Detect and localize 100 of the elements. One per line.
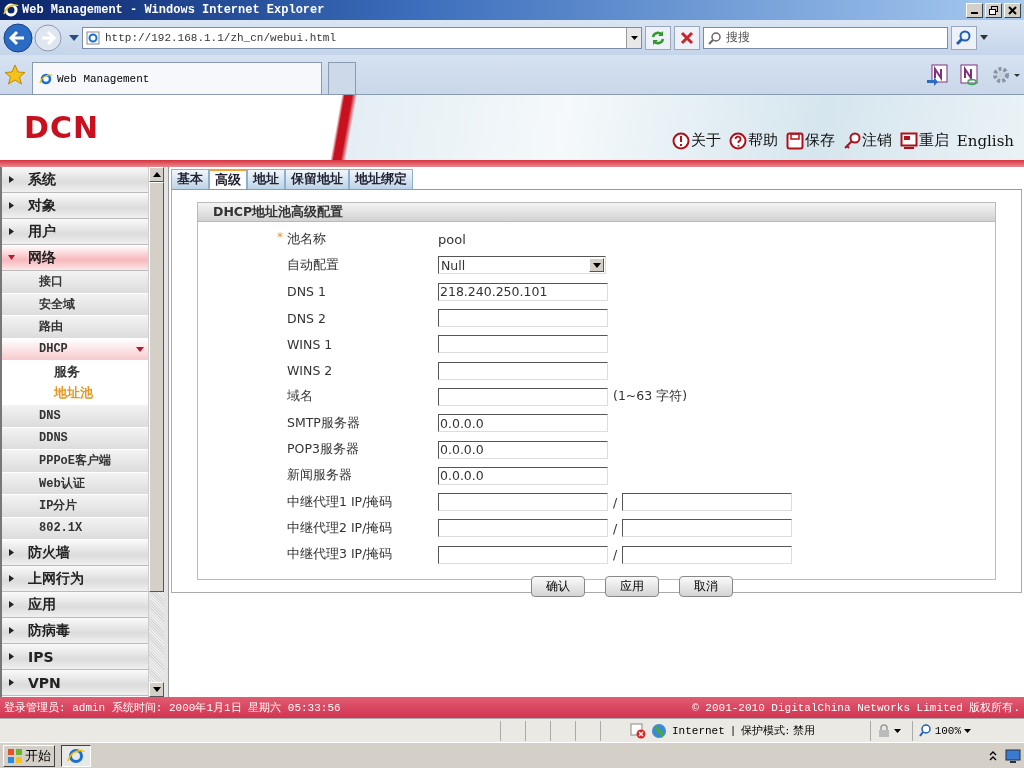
form-button[interactable]: 确认: [530, 575, 585, 597]
field-label: 自动配置: [287, 256, 339, 274]
submenu-item[interactable]: 安全域: [2, 293, 149, 316]
field-label: 新闻服务器: [287, 467, 352, 485]
restore-button[interactable]: [985, 2, 1002, 18]
menu-item[interactable]: 上网行为: [2, 566, 149, 592]
submenu-item[interactable]: 路由: [2, 316, 149, 339]
language-link[interactable]: English: [956, 131, 1014, 150]
submenu-item[interactable]: Web认证: [2, 472, 149, 495]
dropdown-arrow-icon[interactable]: [980, 35, 988, 40]
header-link[interactable]: 关于: [671, 131, 721, 150]
scrollbar-thumb[interactable]: [149, 182, 165, 592]
search-icon: [956, 29, 972, 46]
input-field[interactable]: 0.0.0.0: [438, 440, 608, 459]
menu-item[interactable]: 防火墙: [2, 540, 149, 566]
menu-item[interactable]: 系统: [2, 167, 149, 193]
separator-text: /: [611, 520, 619, 536]
search-button[interactable]: [951, 25, 977, 50]
minimize-button[interactable]: [966, 2, 983, 18]
input-field[interactable]: [438, 335, 608, 354]
favorites-star-icon[interactable]: [4, 63, 26, 86]
url-text: http://192.168.1.1/zh_cn/webui.html: [105, 31, 338, 44]
blocked-icon: [630, 722, 646, 739]
input-field[interactable]: 218.240.250.101: [438, 282, 608, 301]
field-label: WINS 1: [287, 336, 333, 352]
field-value: pool: [438, 231, 466, 247]
browser-tab[interactable]: Web Management: [32, 62, 322, 94]
close-icon: [1008, 5, 1017, 15]
ip-input-field[interactable]: [438, 493, 608, 512]
field-label: 中继代理3 IP/掩码: [287, 546, 393, 564]
mask-input-field[interactable]: [622, 545, 792, 564]
header-link[interactable]: 保存: [785, 131, 835, 150]
field-label: POP3服务器: [287, 441, 359, 458]
header-link[interactable]: 帮助: [728, 131, 778, 150]
tab[interactable]: 保留地址: [285, 169, 349, 189]
tab[interactable]: 地址绑定: [349, 169, 413, 189]
field-hint: (1~63 字符): [613, 388, 688, 406]
menu-item[interactable]: 防病毒: [2, 618, 149, 644]
dropdown-arrow-icon[interactable]: [69, 34, 79, 41]
caret-up-icon: [152, 172, 161, 177]
form-button[interactable]: 应用: [604, 575, 659, 597]
close-icon: [680, 30, 694, 45]
caret-right-icon: [8, 549, 15, 556]
submenu-item[interactable]: DNS: [2, 405, 149, 428]
caret-right-icon: [8, 228, 15, 235]
tab[interactable]: 高级: [209, 169, 247, 189]
submenu-item[interactable]: DHCP: [2, 338, 149, 361]
chevron-up-icon[interactable]: [989, 750, 997, 761]
globe-icon: [651, 722, 667, 739]
search-placeholder: 搜搜: [726, 29, 750, 46]
address-field[interactable]: http://192.168.1.1/zh_cn/webui.html: [82, 26, 642, 49]
zoom-button[interactable]: 100%: [911, 720, 978, 741]
submenu-item[interactable]: 接口: [2, 271, 149, 294]
caret-icon: [964, 728, 972, 733]
menu-item[interactable]: VPN: [2, 670, 149, 696]
ip-input-field[interactable]: [438, 545, 608, 564]
search-field[interactable]: 搜搜: [703, 26, 948, 49]
mask-input-field[interactable]: [622, 519, 792, 538]
menu-item[interactable]: 网络: [2, 245, 149, 271]
form-button[interactable]: 取消: [678, 575, 733, 597]
caret-right-icon: [8, 575, 15, 582]
menu-item[interactable]: 应用: [2, 592, 149, 618]
input-field[interactable]: [438, 309, 608, 328]
menu-item[interactable]: 用户: [2, 219, 149, 245]
close-button[interactable]: [1004, 2, 1021, 18]
browser-logo-icon: [39, 71, 53, 86]
header-link[interactable]: 注销: [842, 131, 892, 150]
tab[interactable]: 地址: [247, 169, 285, 189]
mask-input-field[interactable]: [622, 493, 792, 512]
menu-item[interactable]: IPS: [2, 644, 149, 670]
ip-input-field[interactable]: [438, 519, 608, 538]
field-label: SMTP服务器: [287, 414, 360, 432]
submenu-item[interactable]: 服务: [2, 362, 149, 383]
scroll-down-button[interactable]: [149, 682, 165, 697]
caret-down-icon: [136, 346, 145, 352]
input-field[interactable]: [438, 361, 608, 380]
panel-title: DHCP地址池高级配置: [198, 203, 995, 222]
header-link[interactable]: 重启: [899, 131, 949, 150]
windows-logo-icon: [7, 747, 23, 764]
submenu-item[interactable]: IP分片: [2, 495, 149, 518]
submenu-item[interactable]: DDNS: [2, 427, 149, 450]
dropdown-field[interactable]: Null: [438, 256, 606, 275]
tab[interactable]: 基本: [171, 169, 209, 189]
monitor-icon: [899, 131, 918, 150]
submenu-item[interactable]: 802.1X: [2, 517, 149, 540]
note-arrow-icon[interactable]: [926, 63, 950, 86]
desktop-icon[interactable]: [1005, 748, 1021, 763]
start-button[interactable]: 开始: [3, 744, 55, 767]
caret-down-icon: [152, 687, 161, 692]
dropdown-button[interactable]: [626, 27, 641, 48]
submenu-item[interactable]: PPPoE客户端: [2, 450, 149, 473]
scroll-up-button[interactable]: [149, 167, 165, 182]
stop-button[interactable]: [674, 25, 700, 50]
field-label: DNS 2: [287, 310, 326, 326]
menu-item[interactable]: 对象: [2, 193, 149, 219]
input-field[interactable]: [438, 387, 608, 406]
input-field[interactable]: 0.0.0.0: [438, 466, 608, 485]
separator-text: /: [611, 494, 619, 510]
taskbar-browser-button[interactable]: [61, 744, 91, 767]
input-field[interactable]: 0.0.0.0: [438, 414, 608, 433]
